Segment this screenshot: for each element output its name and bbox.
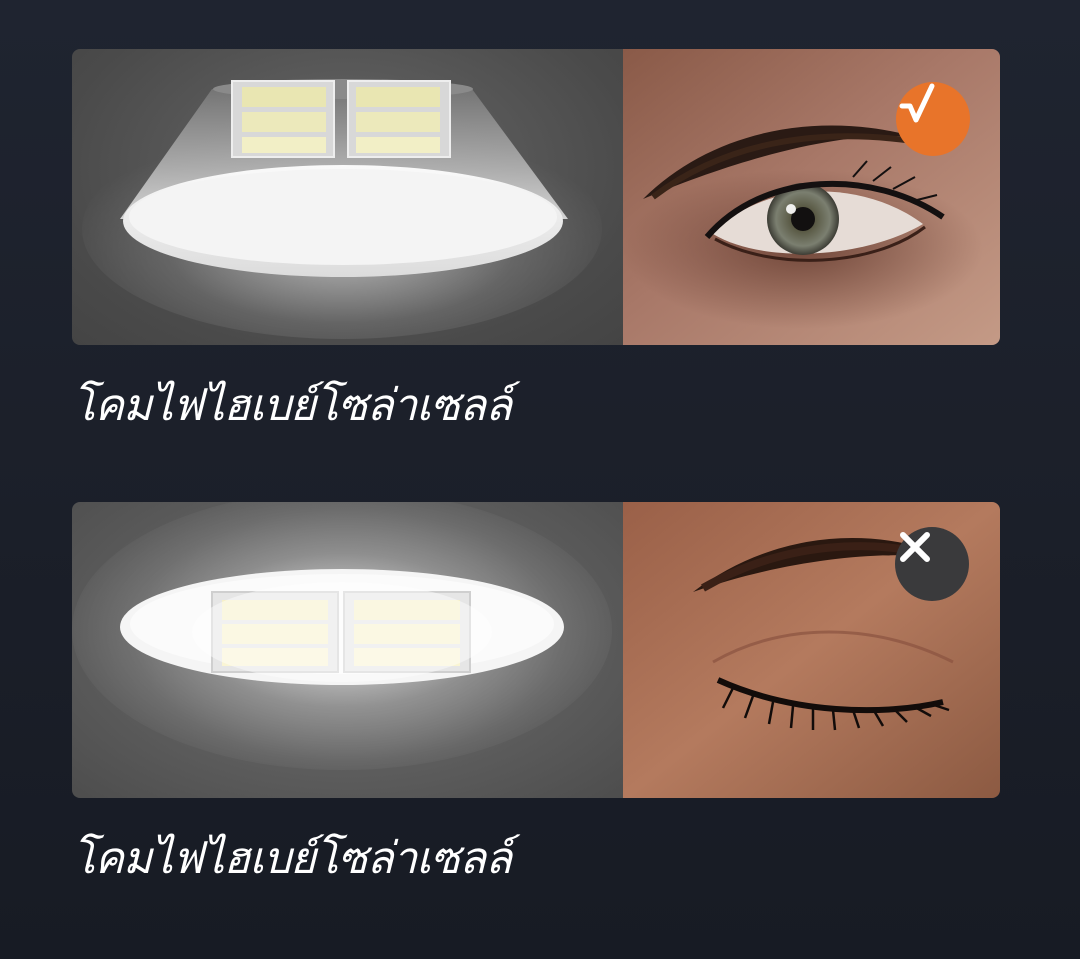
lamp-image-exposed bbox=[72, 502, 623, 798]
x-badge bbox=[895, 527, 969, 601]
comparison-card-shielded bbox=[72, 49, 1000, 345]
checkmark-icon bbox=[899, 83, 935, 123]
check-badge bbox=[896, 82, 970, 156]
caption-exposed-lamp: โคมไฟไฮเบย์โซล่าเซลล์ bbox=[72, 833, 512, 884]
eye-photo-open bbox=[623, 49, 1000, 345]
lamp-image-shielded bbox=[72, 49, 623, 345]
x-mark-icon bbox=[900, 532, 930, 562]
eye-photo-closed bbox=[623, 502, 1000, 798]
caption-shielded-lamp: โคมไฟไฮเบย์โซล่าเซลล์ bbox=[72, 380, 512, 431]
comparison-card-exposed bbox=[72, 502, 1000, 798]
